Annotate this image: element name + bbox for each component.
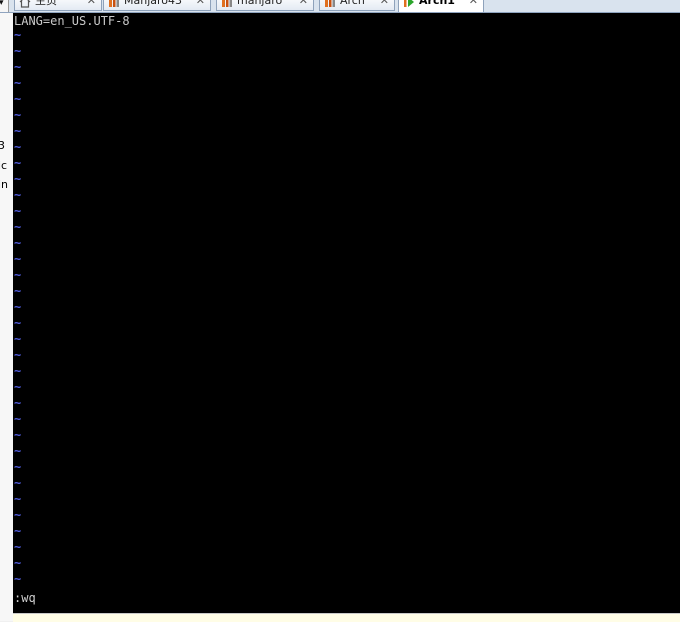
close-icon[interactable]: ✕ xyxy=(196,0,205,8)
tab-label: Manjaro43 xyxy=(124,0,183,7)
vm-running-icon xyxy=(404,0,414,7)
tilde-marker: ~ xyxy=(14,204,22,218)
vm-icon xyxy=(325,0,335,7)
tilde-marker: ~ xyxy=(14,92,22,106)
tilde-marker: ~ xyxy=(14,460,22,474)
tilde-marker: ~ xyxy=(14,556,22,570)
tilde-marker: ~ xyxy=(14,428,22,442)
tilde-marker: ~ xyxy=(14,524,22,538)
tab-label: 主页 xyxy=(35,0,57,7)
tilde-marker: ~ xyxy=(14,60,22,74)
vm-icon xyxy=(109,0,119,7)
tab-label: Arch xyxy=(340,0,365,7)
close-icon[interactable]: ✕ xyxy=(469,0,478,8)
tilde-marker: ~ xyxy=(14,332,22,346)
tilde-marker: ~ xyxy=(14,236,22,250)
tilde-marker: ~ xyxy=(14,188,22,202)
tilde-marker: ~ xyxy=(14,108,22,122)
tilde-marker: ~ xyxy=(14,172,22,186)
tilde-marker: ~ xyxy=(14,540,22,554)
empty-line-markers: ~ ~ ~ ~ ~ ~ ~ ~ ~ ~ ~ ~ ~ ~ ~ ~ ~ ~ ~ ~ ~ ~ ~ ~ ~ ~ ~ ~ ~ ~ ~ ~ ~ ~ ~ xyxy=(14,27,21,587)
tilde-marker: ~ xyxy=(14,476,22,490)
vm-tab-bar: ▾ 主页 ✕ Manjaro43 ✕ manjaro ✕ Arch ✕ Arch… xyxy=(0,0,680,13)
tab-list-dropdown[interactable]: ▾ xyxy=(0,0,9,12)
tilde-marker: ~ xyxy=(14,28,22,42)
tilde-marker: ~ xyxy=(14,364,22,378)
close-icon[interactable]: ✕ xyxy=(380,0,389,8)
vim-command-line[interactable]: :wq xyxy=(14,590,36,606)
tilde-marker: ~ xyxy=(14,300,22,314)
file-line-1: LANG=en_US.UTF-8 xyxy=(14,14,130,28)
tilde-marker: ~ xyxy=(14,252,22,266)
tab-arch[interactable]: Arch ✕ xyxy=(319,0,395,11)
tilde-marker: ~ xyxy=(14,444,22,458)
background-window-edge: 3 ic in xyxy=(0,13,14,621)
tilde-marker: ~ xyxy=(14,124,22,138)
tilde-marker: ~ xyxy=(14,412,22,426)
home-icon xyxy=(19,0,31,8)
tilde-marker: ~ xyxy=(14,348,22,362)
clipped-text: 3 xyxy=(0,139,5,152)
tab-manjaro43[interactable]: Manjaro43 ✕ xyxy=(103,0,211,11)
clipped-text: ic xyxy=(0,159,8,172)
tilde-marker: ~ xyxy=(14,140,22,154)
tilde-marker: ~ xyxy=(14,284,22,298)
tilde-marker: ~ xyxy=(14,156,22,170)
tilde-marker: ~ xyxy=(14,508,22,522)
vm-console-terminal[interactable]: LANG=en_US.UTF-8 ~ ~ ~ ~ ~ ~ ~ ~ ~ ~ ~ ~ ~ ~ ~ ~ ~ ~ ~ ~ ~ ~ ~… xyxy=(13,13,680,613)
tilde-marker: ~ xyxy=(14,76,22,90)
tilde-marker: ~ xyxy=(14,492,22,506)
tab-home[interactable]: 主页 ✕ xyxy=(14,0,102,11)
tab-manjaro[interactable]: manjaro ✕ xyxy=(216,0,314,11)
clipped-text: in xyxy=(0,178,9,191)
close-icon[interactable]: ✕ xyxy=(299,0,308,8)
tilde-marker: ~ xyxy=(14,380,22,394)
close-icon[interactable]: ✕ xyxy=(87,0,96,8)
tilde-marker: ~ xyxy=(14,268,22,282)
chevron-down-icon: ▾ xyxy=(0,0,4,8)
tab-arch1[interactable]: Arch1 ✕ xyxy=(398,0,484,12)
tilde-marker: ~ xyxy=(14,220,22,234)
vm-icon xyxy=(222,0,232,7)
tilde-marker: ~ xyxy=(14,396,22,410)
tilde-marker: ~ xyxy=(14,44,22,58)
tilde-marker: ~ xyxy=(14,316,22,330)
tab-label: Arch1 xyxy=(419,0,455,7)
tab-label: manjaro xyxy=(237,0,283,7)
tilde-marker: ~ xyxy=(14,572,22,586)
